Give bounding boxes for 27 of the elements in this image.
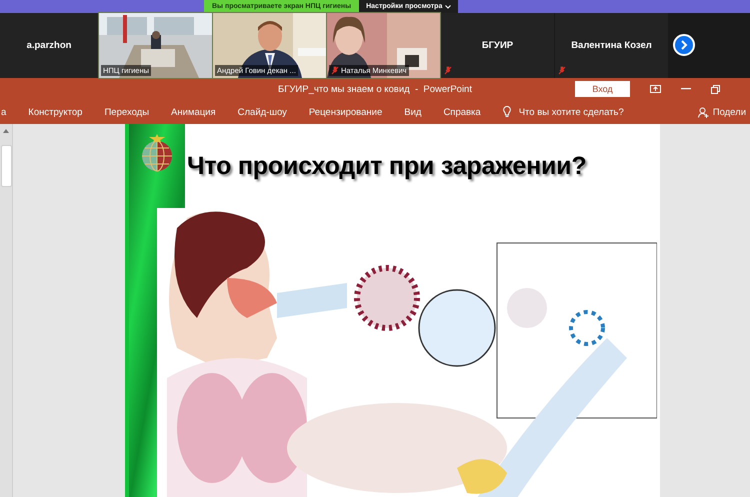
scrollbar-thumb[interactable] bbox=[0, 145, 12, 187]
ribbon-tab[interactable]: а bbox=[1, 104, 6, 120]
tell-me-search[interactable]: Что вы хотите сделать? bbox=[518, 106, 624, 118]
chevron-right-icon bbox=[680, 40, 688, 50]
ribbon-tab[interactable]: Рецензирование bbox=[308, 104, 382, 120]
next-page-button[interactable] bbox=[673, 34, 695, 56]
restore-icon[interactable] bbox=[711, 84, 720, 94]
ribbon-tab[interactable]: Слайд-шоу bbox=[238, 104, 287, 120]
slide-title: Что происходит при заражении? bbox=[187, 152, 588, 181]
ribbon-tab[interactable]: Переходы bbox=[104, 104, 150, 120]
ribbon-tab[interactable]: Справка bbox=[443, 104, 481, 120]
add-person-icon bbox=[698, 106, 709, 118]
share-button[interactable]: Подели bbox=[692, 106, 750, 118]
ribbon-tab[interactable]: Анимация bbox=[171, 104, 216, 120]
participant-name: БГУИР bbox=[482, 40, 514, 51]
participant-name: Валентина Козел bbox=[571, 40, 652, 51]
ribbon-tab[interactable]: Вид bbox=[404, 104, 422, 120]
participant-name: a.parzhon bbox=[26, 40, 72, 51]
globe-logo-icon bbox=[139, 134, 175, 174]
window-title: БГУИР_что мы знаем о ковид - PowerPoint bbox=[278, 84, 472, 94]
minimize-icon[interactable] bbox=[681, 88, 691, 90]
ribbon-tab[interactable]: Конструктор bbox=[28, 104, 82, 120]
sign-in-button[interactable]: Вход bbox=[575, 81, 630, 97]
ribbon-display-icon[interactable] bbox=[650, 85, 661, 93]
lightbulb-icon bbox=[502, 106, 511, 118]
scroll-up-icon[interactable] bbox=[3, 129, 9, 133]
caret-icon bbox=[445, 4, 452, 8]
